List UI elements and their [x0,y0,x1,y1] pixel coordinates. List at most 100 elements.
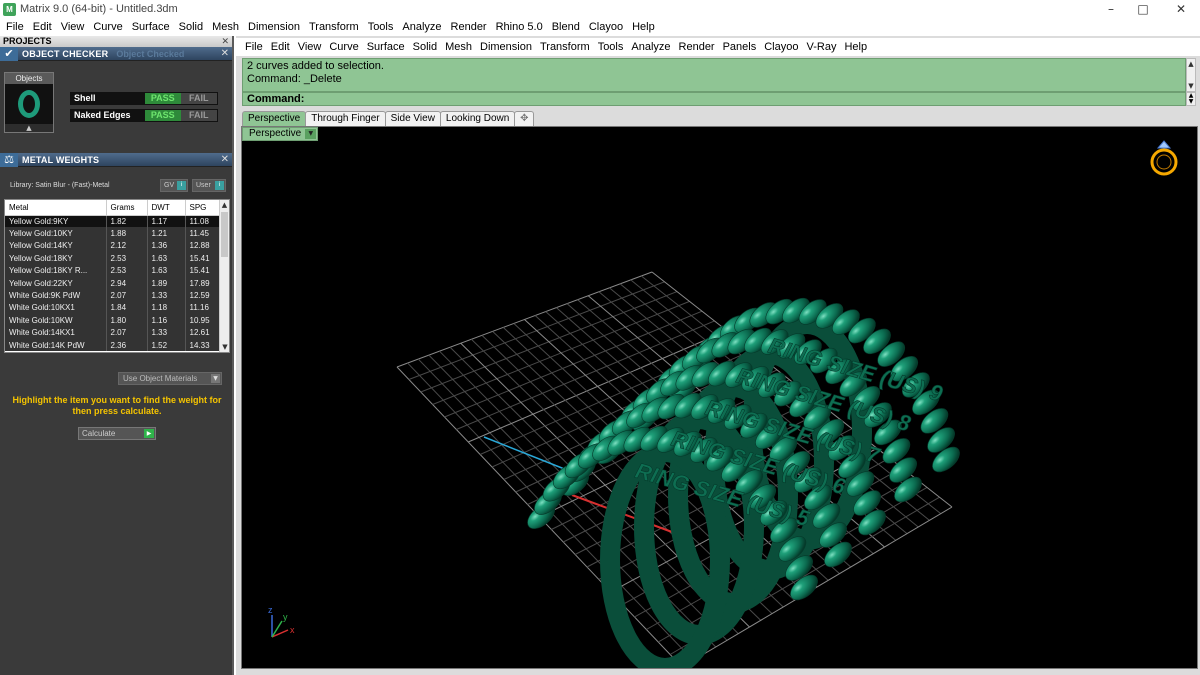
chevron-up-icon[interactable]: ▲ [220,200,229,210]
title-bar: M Matrix 9.0 (64-bit) - Untitled.3dm – □… [0,0,1200,18]
grams-cell: 2.94 [106,276,148,290]
user-button[interactable]: User i [192,179,226,192]
close-icon[interactable]: ✕ [221,36,229,47]
menu-rhino5[interactable]: Rhino 5.0 [492,18,548,36]
rhino-menu-clayoo[interactable]: Clayoo [761,38,803,56]
chevron-up-icon[interactable]: ▲ [1187,59,1195,69]
menu-blend[interactable]: Blend [548,18,585,36]
metal-weights-table[interactable]: Metal Grams DWT SPG Yellow Gold:9KY 1.82 1… [4,199,230,353]
rhino-menu-tools[interactable]: Tools [595,38,629,56]
table-row[interactable]: Yellow Gold:10KY 1.88 1.21 11.45 [5,227,221,240]
rhino-menu-edit[interactable]: Edit [268,38,295,56]
table-row[interactable]: White Gold:9K PdW 2.07 1.33 12.59 [5,289,221,302]
metal-cell: White Gold:14KX1 [5,326,107,339]
viewport-tabs: Perspective Through Finger Side View Loo… [242,111,535,126]
close-button[interactable]: ✕ [1158,0,1200,18]
chevron-up-icon[interactable]: ▲ [5,124,53,132]
metal-weights-title: METAL WEIGHTS [22,154,100,165]
column-header-metal[interactable]: Metal [5,200,107,216]
scroll-thumb[interactable] [221,212,228,257]
table-scrollbar[interactable]: ▲ ▼ [219,200,229,352]
object-thumbnail-box[interactable]: Objects ▲ [4,72,54,133]
menu-render[interactable]: Render [447,18,492,36]
rhino-menu-analyze[interactable]: Analyze [628,38,675,56]
rhino-menu-render[interactable]: Render [676,38,720,56]
tab-perspective[interactable]: Perspective [242,111,307,126]
tab-through-finger[interactable]: Through Finger [305,111,386,126]
menu-analyze[interactable]: Analyze [398,18,446,36]
object-checker-header[interactable]: ✔ OBJECT CHECKER Object Checked ✕ [0,46,232,61]
table-row[interactable]: Yellow Gold:14KY 2.12 1.36 12.88 [5,239,221,253]
metal-cell: White Gold:10KW [5,314,107,327]
command-spinner[interactable]: ▲ ▼ [1186,92,1196,106]
table-row[interactable]: White Gold:10KW 1.80 1.16 10.95 [5,314,221,327]
table-row[interactable]: Yellow Gold:22KY 2.94 1.89 17.89 [5,276,221,290]
rhino-menu-dimension[interactable]: Dimension [477,38,537,56]
rhino-menu-mesh[interactable]: Mesh [442,38,477,56]
command-history-scrollbar[interactable]: ▲ ▼ [1186,58,1196,92]
menu-view[interactable]: View [57,18,90,36]
metal-weights-header[interactable]: ⚖ METAL WEIGHTS ✕ [0,152,232,167]
table-row[interactable]: Yellow Gold:18KY 2.53 1.63 15.41 [5,252,221,265]
chevron-down-icon[interactable]: ▼ [220,342,229,352]
menu-dimension[interactable]: Dimension [244,18,305,36]
metal-cell: Yellow Gold:18KY R... [5,264,107,277]
dwt-cell: 1.18 [147,301,186,315]
close-icon[interactable]: ✕ [221,154,229,165]
close-icon[interactable]: ✕ [221,48,229,59]
command-input[interactable]: Command: [242,92,1186,106]
column-header-dwt[interactable]: DWT [147,200,186,216]
gv-button[interactable]: GV i [160,179,188,192]
rhino-menu-vray[interactable]: V-Ray [803,38,841,56]
table-row[interactable]: White Gold:14KX1 2.07 1.33 12.61 [5,326,221,339]
menu-clayoo[interactable]: Clayoo [585,18,628,36]
menu-tools[interactable]: Tools [364,18,399,36]
add-tab-icon[interactable]: ✥ [514,111,535,126]
axis-x-label: x [290,625,295,635]
tab-looking-down[interactable]: Looking Down [439,111,516,126]
rhino-menu-file[interactable]: File [242,38,268,56]
tab-side-view[interactable]: Side View [384,111,441,126]
calculate-button[interactable]: Calculate ▶ [78,427,156,440]
history-line: 2 curves added to selection. [247,60,384,72]
check-label: Shell [71,93,145,104]
column-header-grams[interactable]: Grams [106,200,148,216]
spg-cell: 11.45 [185,227,221,240]
menu-surface[interactable]: Surface [128,18,175,36]
rhino-menu-panels[interactable]: Panels [720,38,762,56]
menu-solid[interactable]: Solid [175,18,208,36]
use-object-materials-dropdown[interactable]: Use Object Materials ▼ [118,372,222,385]
dwt-cell: 1.36 [147,239,186,253]
checkmark-icon: ✔ [0,46,18,61]
calculate-hint: Highlight the item you want to find the … [12,395,222,416]
library-label: Library: Satin Blur - (Fast)-Metal [10,182,110,189]
fail-indicator: FAIL [180,93,217,104]
column-header-spg[interactable]: SPG [185,200,221,216]
grams-cell: 2.12 [106,239,148,253]
3d-scene[interactable]: RING SIZE (US) 9RING SIZE (US) 8RING SIZ… [242,127,1198,669]
menu-transform[interactable]: Transform [305,18,364,36]
gv-label: GV [164,182,175,189]
rhino-menu-curve[interactable]: Curve [326,38,363,56]
ring-logo-icon[interactable] [1147,137,1181,177]
rhino-menu-surface[interactable]: Surface [364,38,410,56]
table-row[interactable]: White Gold:14K PdW 2.36 1.52 14.33 [5,338,221,352]
rhino-menu-help[interactable]: Help [841,38,872,56]
viewport-title-dropdown[interactable]: Perspective ▼ [242,127,319,141]
table-row[interactable]: Yellow Gold:9KY 1.82 1.17 11.08 [5,215,221,228]
object-thumbnail [5,84,53,124]
menu-mesh[interactable]: Mesh [208,18,244,36]
menu-file[interactable]: File [2,18,29,36]
chevron-down-icon[interactable]: ▼ [1187,81,1195,91]
dwt-cell: 1.16 [147,314,186,327]
rhino-menu-solid[interactable]: Solid [410,38,442,56]
rhino-menu-bar: File Edit View Curve Surface Solid Mesh … [236,38,1200,56]
rhino-menu-view[interactable]: View [295,38,327,56]
menu-edit[interactable]: Edit [29,18,57,36]
table-row[interactable]: Yellow Gold:18KY R... 2.53 1.63 15.41 [5,264,221,277]
menu-curve[interactable]: Curve [89,18,127,36]
perspective-viewport[interactable]: Perspective ▼ RING SIZE (US) 9RING SIZE [241,126,1198,669]
table-row[interactable]: White Gold:10KX1 1.84 1.18 11.16 [5,301,221,315]
rhino-menu-transform[interactable]: Transform [537,38,595,56]
menu-help[interactable]: Help [628,18,660,36]
